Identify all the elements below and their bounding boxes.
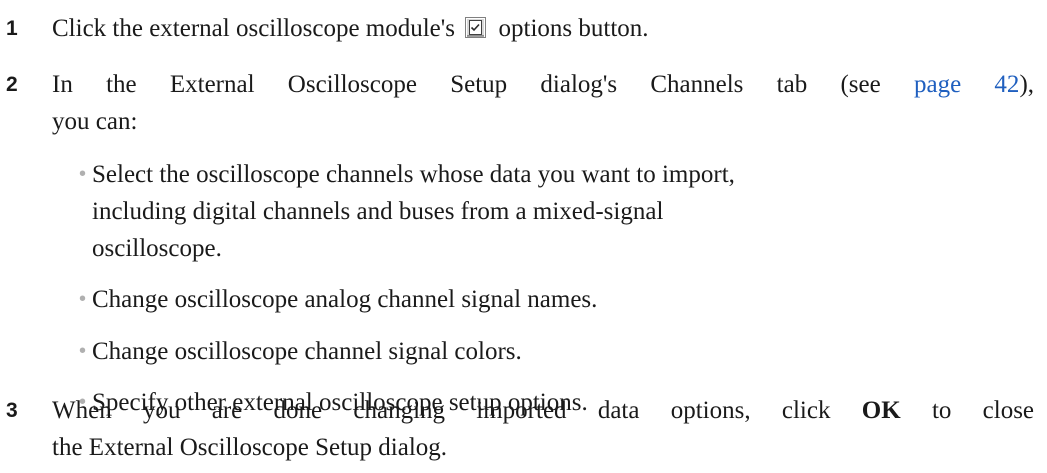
step-2-text: In the External Oscilloscope Setup dialo…	[52, 66, 1034, 140]
page-42-link[interactable]: page 42	[914, 71, 1019, 98]
step-2-line1-pre: In the External Oscilloscope Setup dialo…	[52, 71, 881, 98]
ok-button-reference: OK	[861, 397, 901, 424]
step-2-line1-post: ),	[1019, 71, 1035, 98]
bullet-3-line-1: Change oscilloscope channel signal color…	[92, 338, 522, 365]
bullet-dot-icon: •	[79, 163, 87, 185]
step-1-text: Click the external oscilloscope module's…	[52, 10, 1034, 47]
step-3-line1-post: to close	[931, 397, 1035, 424]
step-2-line2: you can:	[52, 108, 138, 135]
step-3-line1-pre: When you are done changing imported data…	[52, 397, 831, 424]
bullet-dot-icon: •	[79, 340, 87, 362]
bullet-1-line-2: including digital channels and buses fro…	[92, 198, 664, 225]
step-number: 1	[6, 17, 18, 40]
bullet-1-line-3: oscilloscope.	[92, 235, 222, 262]
step-number: 2	[6, 73, 18, 96]
options-dialog-icon[interactable]	[465, 12, 487, 38]
step-1-text-post: options button.	[498, 15, 649, 42]
bullet-2-line-1: Change oscilloscope analog channel signa…	[92, 286, 598, 313]
step-3-text: When you are done changing imported data…	[52, 392, 1034, 466]
step-number: 3	[6, 399, 18, 422]
step-1-text-pre: Click the external oscilloscope module's	[52, 15, 456, 42]
step-3-line2: the External Oscilloscope Setup dialog.	[52, 434, 448, 461]
bullet-dot-icon: •	[79, 288, 87, 310]
bullet-1-line-1: Select the oscilloscope channels whose d…	[92, 161, 735, 188]
